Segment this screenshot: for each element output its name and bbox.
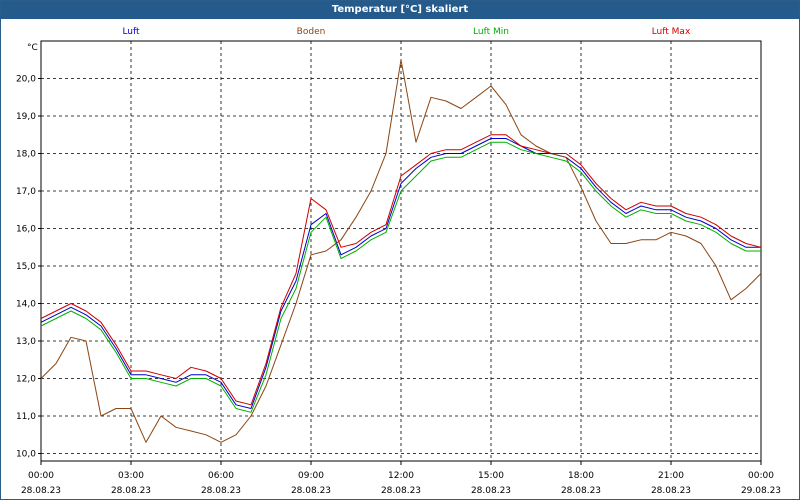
legend: Luft Boden Luft Min Luft Max <box>122 27 691 37</box>
y-tick-label: 17,0 <box>16 187 36 197</box>
chart-window: Temperatur [°C] skaliert 10,0 11,0 12,0 13,… <box>0 0 800 500</box>
y-tick-label: 10,0 <box>16 450 36 460</box>
x-tick-date: 28.08.23 <box>561 486 601 496</box>
x-tick-date: 28.08.23 <box>21 486 61 496</box>
x-tick-date: 28.08.23 <box>291 486 331 496</box>
y-tick-label: 15,0 <box>16 262 36 272</box>
legend-item-luft-min: Luft Min <box>473 27 509 37</box>
x-tick-date: 28.08.23 <box>111 486 151 496</box>
y-tick-label: 20,0 <box>16 75 36 85</box>
x-tick-time: 21:00 <box>658 471 684 481</box>
y-tick-label: 12,0 <box>16 375 36 385</box>
x-tick-date: 29.08.23 <box>741 486 781 496</box>
x-tick-time: 03:00 <box>118 471 144 481</box>
y-tick-label: 18,0 <box>16 150 36 160</box>
legend-item-luft-max: Luft Max <box>652 27 691 37</box>
x-tick-time: 09:00 <box>298 471 324 481</box>
y-axis-label: °C <box>27 43 38 53</box>
temperature-chart: 10,0 11,0 12,0 13,0 14,0 15,0 16,0 17,0 18,0 19,0… <box>16 27 781 496</box>
legend-item-luft: Luft <box>122 27 140 37</box>
legend-item-boden: Boden <box>297 27 326 37</box>
y-tick-label: 19,0 <box>16 112 36 122</box>
x-tick-time: 12:00 <box>388 471 414 481</box>
x-tick-time: 00:00 <box>748 471 774 481</box>
y-tick-label: 14,0 <box>16 300 36 310</box>
x-tick-time: 15:00 <box>478 471 504 481</box>
x-tick-date: 28.08.23 <box>471 486 511 496</box>
x-tick-date: 28.08.23 <box>651 486 691 496</box>
y-tick-label: 11,0 <box>16 412 36 422</box>
x-tick-date: 28.08.23 <box>201 486 241 496</box>
y-tick-label: 13,0 <box>16 337 36 347</box>
x-tick-time: 00:00 <box>28 471 54 481</box>
x-tick-time: 18:00 <box>568 471 594 481</box>
x-tick-time: 06:00 <box>208 471 234 481</box>
y-tick-label: 16,0 <box>16 225 36 235</box>
x-tick-date: 28.08.23 <box>381 486 421 496</box>
